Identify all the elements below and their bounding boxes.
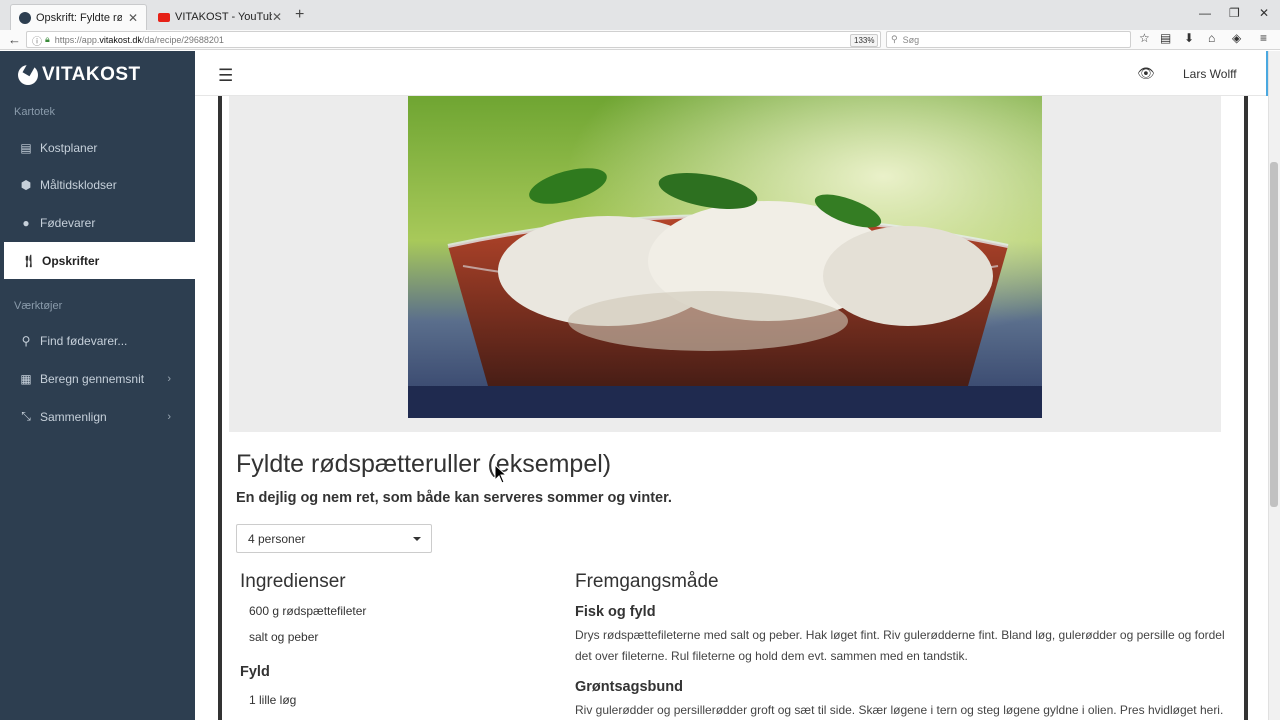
sidebar-item-label: Beregn gennemsnit: [40, 371, 145, 386]
pocket-icon[interactable]: ◈: [1232, 31, 1241, 45]
step-heading: Grøntsagsbund: [575, 679, 683, 695]
caret-down-icon: [413, 537, 421, 541]
sidebar-item-kostplaner[interactable]: ▤ Kostplaner: [0, 129, 195, 166]
servings-select[interactable]: 4 personer: [236, 524, 432, 553]
recipe-photo-illustration: [408, 96, 1042, 418]
new-tab-button[interactable]: +: [295, 6, 304, 24]
bookmark-star-icon[interactable]: ☆: [1139, 31, 1150, 45]
sidebar-item-fodevarer[interactable]: ● Fødevarer: [0, 204, 195, 241]
ingredient-item: salt og peber: [249, 630, 319, 644]
ingredients-heading: Ingredienser: [240, 571, 346, 592]
hamburger-menu-icon[interactable]: ☰: [218, 66, 233, 86]
search-icon: ⚲: [21, 333, 31, 348]
home-icon[interactable]: ⌂: [1208, 31, 1215, 45]
sidebar-item-maltidsklodser[interactable]: ⬢ Måltidsklodser: [0, 166, 195, 203]
close-tab-icon[interactable]: ✕: [272, 10, 282, 24]
sidebar-item-label: Sammenlign: [40, 409, 107, 424]
app-header: ☰ 👁︎ Lars Wolff: [195, 51, 1267, 96]
logo-mark-icon: [18, 65, 38, 85]
tab-title: Opskrift: Fyldte rødspætteru: [36, 11, 122, 24]
mouse-cursor-icon: [494, 464, 508, 484]
step-text: Drys rødspættefileterne med salt og pebe…: [575, 628, 1225, 663]
logo-text: VITAKOST: [42, 64, 141, 85]
vitakost-favicon-icon: [19, 11, 31, 24]
close-tab-icon[interactable]: ✕: [128, 11, 138, 25]
browser-nav-bar: ← ⓘ 🔒︎ https://app.vitakost.dk/da/recipe…: [0, 30, 1280, 50]
ingredient-item: 600 g rødspættefileter: [249, 604, 367, 618]
lock-icon: 🔒︎: [45, 34, 50, 44]
zoom-indicator[interactable]: 133%: [850, 34, 879, 47]
sidebar-item-find-fodevarer[interactable]: ⚲ Find fødevarer...: [0, 322, 195, 359]
sidebar-item-sammenlign[interactable]: ⤡ Sammenlign ›: [0, 398, 195, 435]
ingredient-item: 1 lille løg: [249, 693, 297, 707]
sidebar-item-label: Kostplaner: [40, 140, 98, 155]
cube-icon: ⬢: [20, 177, 32, 192]
search-placeholder: Søg: [902, 34, 920, 45]
menu-icon[interactable]: ≡: [1260, 31, 1267, 45]
step-heading: Fisk og fyld: [575, 604, 656, 620]
info-icon[interactable]: ⓘ: [32, 33, 42, 48]
recipe-subtitle: En dejlig og nem ret, som både kan serve…: [236, 490, 672, 506]
sidebar-item-label: Find fødevarer...: [40, 333, 128, 348]
fyld-heading: Fyld: [240, 664, 270, 680]
user-name[interactable]: Lars Wolff: [1183, 67, 1237, 81]
recipe-photo: [408, 96, 1042, 418]
sidebar-item-opskrifter[interactable]: 🍴︎ Opskrifter: [0, 242, 195, 279]
chevron-right-icon: ›: [167, 372, 171, 385]
reading-list-icon[interactable]: ▤: [1160, 31, 1171, 45]
restore-icon[interactable]: ❐: [1229, 6, 1240, 20]
sidebar-item-label: Opskrifter: [42, 253, 100, 268]
youtube-favicon-icon: [158, 12, 170, 22]
sidebar-item-label: Fødevarer: [40, 215, 96, 230]
cutlery-icon: 🍴︎: [21, 253, 37, 268]
download-icon[interactable]: ⬇: [1184, 31, 1194, 45]
sidebar-item-beregn-gennemsnit[interactable]: ▦ Beregn gennemsnit ›: [0, 360, 195, 397]
url-text: https://app.vitakost.dk/da/recipe/296882…: [54, 34, 224, 45]
apple-icon: ●: [22, 215, 30, 230]
vitakost-logo[interactable]: VITAKOST: [18, 64, 141, 86]
calculator-icon: ▦: [20, 371, 32, 386]
section-label-vaerktojer: Værktøjer: [14, 300, 63, 312]
chevron-right-icon: ›: [167, 410, 171, 423]
browser-search-input[interactable]: ⚲ Søg: [886, 31, 1131, 48]
method-heading: Fremgangsmåde: [575, 571, 719, 592]
scrollbar-thumb[interactable]: [1270, 162, 1278, 507]
tab-title: VITAKOST - YouTube: [175, 11, 272, 23]
search-icon: ⚲: [891, 34, 898, 44]
browser-tab-bar: Opskrift: Fyldte rødspætteru ✕ VITAKOST …: [0, 0, 1280, 30]
servings-value: 4 personer: [248, 532, 306, 546]
sidebar-item-label: Måltidsklodser: [40, 177, 117, 192]
minimize-icon[interactable]: —: [1199, 6, 1211, 20]
list-icon: ▤: [20, 140, 32, 155]
compare-icon: ⤡: [21, 409, 31, 423]
close-window-icon[interactable]: ✕: [1259, 6, 1269, 20]
browser-tab-youtube[interactable]: VITAKOST - YouTube ✕: [150, 4, 290, 30]
back-icon[interactable]: ←: [8, 32, 21, 47]
recipe-title: Fyldte rødspætteruller (eksempel): [236, 450, 612, 478]
section-label-kartotek: Kartotek: [14, 106, 55, 118]
step-text: Riv gulerødder og persillerødder groft o…: [575, 703, 1224, 717]
eye-icon[interactable]: 👁︎: [1137, 65, 1155, 82]
url-bar[interactable]: ⓘ 🔒︎ https://app.vitakost.dk/da/recipe/2…: [26, 31, 898, 48]
sidebar: VITAKOST Kartotek ▤ Kostplaner ⬢ Måltids…: [0, 51, 195, 720]
browser-tab-recipe[interactable]: Opskrift: Fyldte rødspætteru ✕: [10, 4, 147, 30]
